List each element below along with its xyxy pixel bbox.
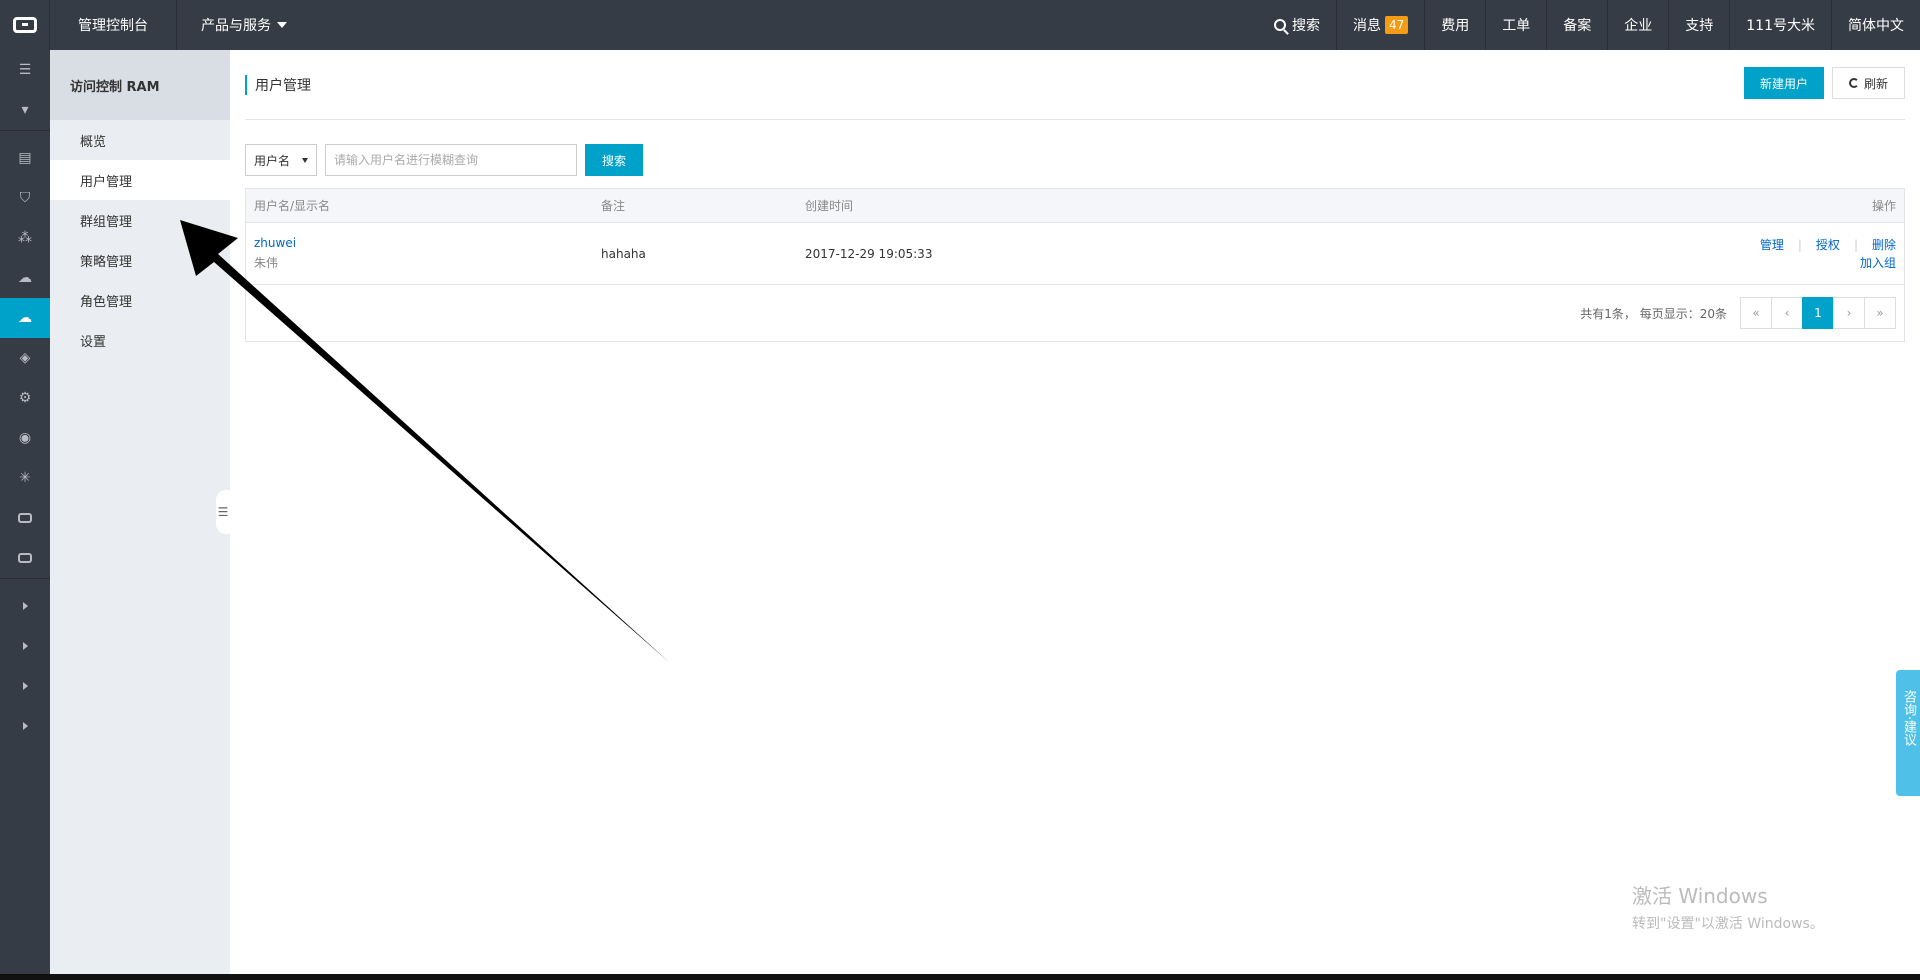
storage-icon[interactable]: ◈ (0, 338, 50, 378)
collapse-sidebar-icon[interactable]: ☰ (216, 490, 230, 534)
table-header: 用户名/显示名 备注 创建时间 操作 (246, 189, 1904, 223)
windows-activation-watermark: 激活 Windows 转到"设置"以激活 Windows。 (1632, 880, 1824, 933)
search-icon (1273, 19, 1286, 31)
username-search-input[interactable] (325, 144, 577, 176)
top-navigation-bar: 管理控制台 产品与服务 搜索 消息 47 费用 工单 备案 企业 支持 111号… (0, 0, 1920, 50)
expand-arrow-icon[interactable] (0, 666, 50, 706)
users-table: 用户名/显示名 备注 创建时间 操作 zhuwei 朱伟 hahaha 2017… (245, 188, 1905, 342)
pagination-summary: 共有1条， 每页显示：20条 (1580, 306, 1727, 321)
filing-link[interactable]: 备案 (1546, 0, 1607, 50)
message-count-badge: 47 (1384, 16, 1409, 34)
sidebar-title: 访问控制 RAM (50, 50, 230, 120)
products-label: 产品与服务 (201, 18, 271, 34)
last-page-button[interactable]: » (1864, 297, 1896, 329)
note-cell: hahaha (601, 246, 646, 261)
pagination: 共有1条， 每页显示：20条 « ‹ 1 › » (246, 285, 1904, 341)
link-icon[interactable] (0, 538, 50, 578)
sidebar-item-settings[interactable]: 设置 (50, 320, 230, 360)
server-icon[interactable]: ▤ (0, 138, 50, 178)
page-1-button[interactable]: 1 (1802, 297, 1834, 329)
search-link[interactable]: 搜索 (1258, 0, 1336, 50)
table-row: zhuwei 朱伟 hahaha 2017-12-29 19:05:33 管理 |… (246, 223, 1904, 285)
nodes-icon[interactable]: ⁂ (0, 218, 50, 258)
refresh-label: 刷新 (1863, 76, 1888, 91)
expand-arrow-icon[interactable] (0, 626, 50, 666)
page-title: 用户管理 (245, 74, 311, 95)
sidebar-item-roles[interactable]: 角色管理 (50, 280, 230, 320)
main-content: 用户管理 新建用户 刷新 用户名 搜索 用户名/显示名 备注 创建时间 操作 z… (245, 50, 1905, 980)
display-name: 朱伟 (254, 256, 279, 270)
column-header-note: 备注 (601, 199, 626, 213)
search-label: 搜索 (1291, 18, 1320, 34)
taskbar-edge (0, 974, 1920, 980)
link-icon[interactable] (0, 498, 50, 538)
cloud-ram-icon[interactable]: ☁ (0, 298, 50, 338)
search-button[interactable]: 搜索 (585, 144, 643, 176)
menu-toggle-icon[interactable]: ☰ (0, 50, 50, 90)
column-header-username: 用户名/显示名 (254, 199, 331, 213)
sidebar-item-overview[interactable]: 概览 (50, 120, 230, 160)
manage-link[interactable]: 管理 (1760, 238, 1784, 252)
refresh-button[interactable]: 刷新 (1831, 67, 1905, 99)
console-link[interactable]: 管理控制台 (50, 0, 177, 50)
delete-link[interactable]: 删除 (1872, 238, 1896, 252)
chip-icon[interactable]: ⚙ (0, 378, 50, 418)
username-link[interactable]: zhuwei (254, 236, 296, 250)
language-menu[interactable]: 简体中文 (1831, 0, 1920, 50)
network-icon[interactable]: ✳ (0, 458, 50, 498)
authorize-link[interactable]: 授权 (1816, 238, 1840, 252)
caret-down-icon[interactable]: ▾ (0, 90, 50, 130)
messages-label: 消息 (1352, 18, 1381, 34)
messages-link[interactable]: 消息 47 (1335, 0, 1424, 50)
sidebar-item-groups[interactable]: 群组管理 (50, 200, 230, 240)
ram-sidebar: 访问控制 RAM 概览 用户管理 群组管理 策略管理 角色管理 设置 ☰ (50, 50, 230, 980)
expand-arrow-icon[interactable] (0, 586, 50, 626)
shield-icon[interactable]: ⛉ (0, 178, 50, 218)
watermark-line1: 激活 Windows (1632, 884, 1768, 908)
prev-page-button[interactable]: ‹ (1771, 297, 1803, 329)
eye-icon[interactable]: ◉ (0, 418, 50, 458)
fees-link[interactable]: 费用 (1424, 0, 1485, 50)
column-header-created: 创建时间 (805, 199, 854, 213)
cloud-upload-icon[interactable]: ☁ (0, 258, 50, 298)
caret-down-icon (302, 157, 308, 163)
account-menu[interactable]: 111号大米 (1729, 0, 1831, 50)
product-icon-rail: ☰ ▾ ▤ ⛉ ⁂ ☁ ☁ ◈ ⚙ ◉ ✳ (0, 50, 50, 980)
consult-feedback-tab[interactable]: 咨询·建议 (1896, 670, 1920, 796)
enterprise-link[interactable]: 企业 (1607, 0, 1668, 50)
tickets-link[interactable]: 工单 (1485, 0, 1546, 50)
watermark-line2: 转到"设置"以激活 Windows。 (1632, 916, 1824, 932)
first-page-button[interactable]: « (1740, 297, 1772, 329)
filter-bar: 用户名 搜索 (245, 144, 1905, 176)
new-user-button[interactable]: 新建用户 (1743, 67, 1824, 99)
column-header-actions: 操作 (1871, 199, 1896, 213)
sidebar-item-users[interactable]: 用户管理 (50, 160, 230, 200)
support-link[interactable]: 支持 (1668, 0, 1729, 50)
products-menu[interactable]: 产品与服务 (177, 0, 311, 50)
refresh-icon (1848, 78, 1859, 88)
expand-arrow-icon[interactable] (0, 706, 50, 746)
page-header: 用户管理 新建用户 刷新 (245, 50, 1905, 120)
next-page-button[interactable]: › (1833, 297, 1865, 329)
created-time-cell: 2017-12-29 19:05:33 (805, 246, 933, 261)
sidebar-item-policies[interactable]: 策略管理 (50, 240, 230, 280)
select-value: 用户名 (254, 153, 291, 168)
add-to-group-link[interactable]: 加入组 (1860, 256, 1896, 270)
caret-down-icon (277, 22, 287, 28)
search-field-select[interactable]: 用户名 (245, 144, 317, 176)
aliyun-logo-icon[interactable] (0, 0, 50, 50)
